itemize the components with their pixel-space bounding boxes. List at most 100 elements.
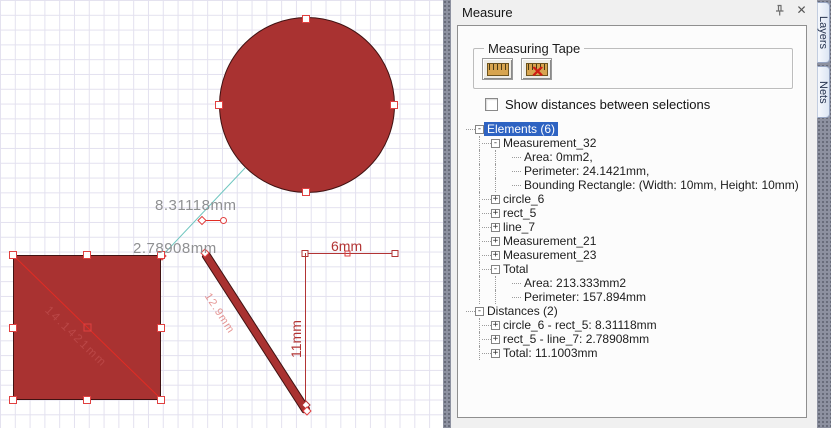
tree-guide-line bbox=[479, 192, 480, 206]
application-window: 8.31118mm 2.78908mm 6mm 11mm 14.1421mm 1… bbox=[0, 0, 831, 428]
distance-label-rect-line: 2.78908mm bbox=[133, 240, 217, 257]
tape-widget-diamond[interactable] bbox=[197, 215, 207, 226]
dimension-handle[interactable] bbox=[391, 250, 399, 257]
measuring-tape-button[interactable] bbox=[482, 58, 513, 80]
tree-row: + Measurement_21 bbox=[459, 234, 805, 248]
tree-row: + line_7 bbox=[459, 220, 805, 234]
tree-item-label[interactable]: Area: 0mm2, bbox=[521, 150, 596, 164]
tree-item-label[interactable]: Perimeter: 157.894mm bbox=[521, 290, 649, 304]
collapse-icon[interactable]: - bbox=[491, 264, 500, 274]
tree-guide-line bbox=[479, 248, 480, 262]
tree-item-label[interactable]: rect_5 - line_7: 2.78908mm bbox=[500, 332, 652, 346]
dimension-label-width: 6mm bbox=[331, 238, 363, 254]
expand-icon[interactable]: + bbox=[491, 194, 500, 204]
tape-widget-circle[interactable] bbox=[220, 217, 227, 224]
collapse-icon[interactable]: - bbox=[475, 306, 484, 316]
tree-item-label[interactable]: rect_5 bbox=[500, 206, 539, 220]
tree-guide-line bbox=[479, 318, 480, 332]
panel-content: Measuring Tape ✕ Show distances between … bbox=[457, 25, 807, 418]
tree-guide-line bbox=[495, 164, 496, 178]
tree-row: + circle_6 bbox=[459, 192, 805, 206]
expand-icon[interactable]: + bbox=[491, 348, 500, 358]
tree-guide-line bbox=[479, 234, 480, 248]
ruler-icon bbox=[486, 62, 509, 76]
tree-connector bbox=[512, 296, 521, 298]
tree-row: Perimeter: 157.894mm bbox=[459, 290, 805, 304]
distance-label-circle-rect: 8.31118mm bbox=[155, 197, 237, 214]
tree-guide-line bbox=[479, 150, 480, 164]
close-icon[interactable]: ✕ bbox=[793, 2, 810, 19]
tree-item-label[interactable]: Total bbox=[500, 262, 531, 276]
tab-nets[interactable]: Nets bbox=[817, 66, 830, 118]
measuring-tape-off-button[interactable]: ✕ bbox=[521, 58, 552, 81]
tree-row: Area: 213.333mm2 bbox=[459, 276, 805, 290]
expand-icon[interactable]: + bbox=[491, 250, 500, 260]
tree-connector bbox=[482, 142, 491, 144]
tree-guide-line bbox=[479, 290, 480, 304]
panel-splitter[interactable] bbox=[443, 0, 451, 428]
tree-item-label[interactable]: Bounding Rectangle: (Width: 10mm, Height… bbox=[521, 178, 802, 192]
tree-connector bbox=[482, 268, 491, 270]
tree-guide-line bbox=[495, 276, 496, 290]
tree-item-label[interactable]: Total: 11.1003mm bbox=[500, 346, 601, 360]
tab-layers[interactable]: Layers bbox=[817, 2, 830, 63]
tree-connector bbox=[482, 324, 491, 326]
measuring-tape-group: Measuring Tape ✕ bbox=[473, 41, 793, 89]
tree-guide-line bbox=[479, 346, 480, 360]
measure-panel: Measure ✕ Measuring Tape ✕ Show distance… bbox=[451, 0, 817, 428]
tree-row: + Measurement_23 bbox=[459, 248, 805, 262]
tree-row: - Distances (2) bbox=[459, 304, 805, 318]
drawing-canvas[interactable]: 8.31118mm 2.78908mm 6mm 11mm 14.1421mm 1… bbox=[0, 0, 443, 428]
tree-row: - Elements (6) bbox=[459, 122, 805, 136]
expand-icon[interactable]: + bbox=[491, 208, 500, 218]
rectangle-shape[interactable] bbox=[13, 255, 161, 400]
expand-icon[interactable]: + bbox=[491, 334, 500, 344]
dimension-handle[interactable] bbox=[301, 250, 309, 257]
expand-icon[interactable]: + bbox=[491, 320, 500, 330]
tree-guide-line bbox=[479, 276, 480, 290]
tree-item-label[interactable]: circle_6 - rect_5: 8.31118mm bbox=[500, 318, 660, 332]
tree-connector bbox=[482, 240, 491, 242]
tree-item-label[interactable]: Perimeter: 24.1421mm, bbox=[521, 164, 652, 178]
tree-connector bbox=[512, 184, 521, 186]
tree-connector bbox=[482, 212, 491, 214]
pin-icon bbox=[776, 4, 784, 16]
tree-guide-line bbox=[495, 178, 496, 192]
expand-icon[interactable]: + bbox=[491, 236, 500, 246]
tree-connector bbox=[482, 254, 491, 256]
collapse-icon[interactable]: - bbox=[475, 124, 484, 134]
tree-row: + circle_6 - rect_5: 8.31118mm bbox=[459, 318, 805, 332]
tree-item-label[interactable]: Measurement_21 bbox=[500, 234, 599, 248]
dimension-label-height: 11mm bbox=[288, 320, 304, 358]
tree-row: Bounding Rectangle: (Width: 10mm, Height… bbox=[459, 178, 805, 192]
tree-connector bbox=[466, 310, 475, 312]
tree-row: + Total: 11.1003mm bbox=[459, 346, 805, 360]
tree-item-label[interactable]: Area: 213.333mm2 bbox=[521, 276, 629, 290]
checkbox-label: Show distances between selections bbox=[505, 97, 711, 112]
circle-shape[interactable] bbox=[219, 17, 395, 193]
tree-guide-line bbox=[479, 164, 480, 178]
show-distances-row: Show distances between selections bbox=[485, 97, 710, 112]
tree-item-label[interactable]: Distances (2) bbox=[484, 304, 561, 318]
tree-item-label[interactable]: Elements (6) bbox=[484, 122, 559, 136]
panel-title: Measure bbox=[462, 5, 513, 20]
collapse-icon[interactable]: - bbox=[491, 138, 500, 148]
tree-guide-line bbox=[479, 262, 480, 276]
pin-button[interactable] bbox=[771, 3, 788, 20]
tree-connector bbox=[466, 128, 475, 130]
tree-connector bbox=[512, 156, 521, 158]
tree-item-label[interactable]: Measurement_23 bbox=[500, 248, 599, 262]
tree-guide-line bbox=[479, 206, 480, 220]
tree-item-label[interactable]: Measurement_32 bbox=[500, 136, 599, 150]
tree-row: - Total bbox=[459, 262, 805, 276]
tree-guide-line bbox=[479, 178, 480, 192]
expand-icon[interactable]: + bbox=[491, 222, 500, 232]
tree-row: - Measurement_32 bbox=[459, 136, 805, 150]
tree-item-label[interactable]: circle_6 bbox=[500, 192, 547, 206]
ruler-crossed-icon: ✕ bbox=[525, 62, 548, 81]
show-distances-checkbox[interactable] bbox=[485, 98, 498, 111]
measure-tree: - Elements (6) - Measurement_32 Area: 0mm2, P… bbox=[459, 122, 805, 360]
tree-connector bbox=[512, 170, 521, 172]
tree-item-label[interactable]: line_7 bbox=[500, 220, 538, 234]
tree-connector bbox=[482, 198, 491, 200]
